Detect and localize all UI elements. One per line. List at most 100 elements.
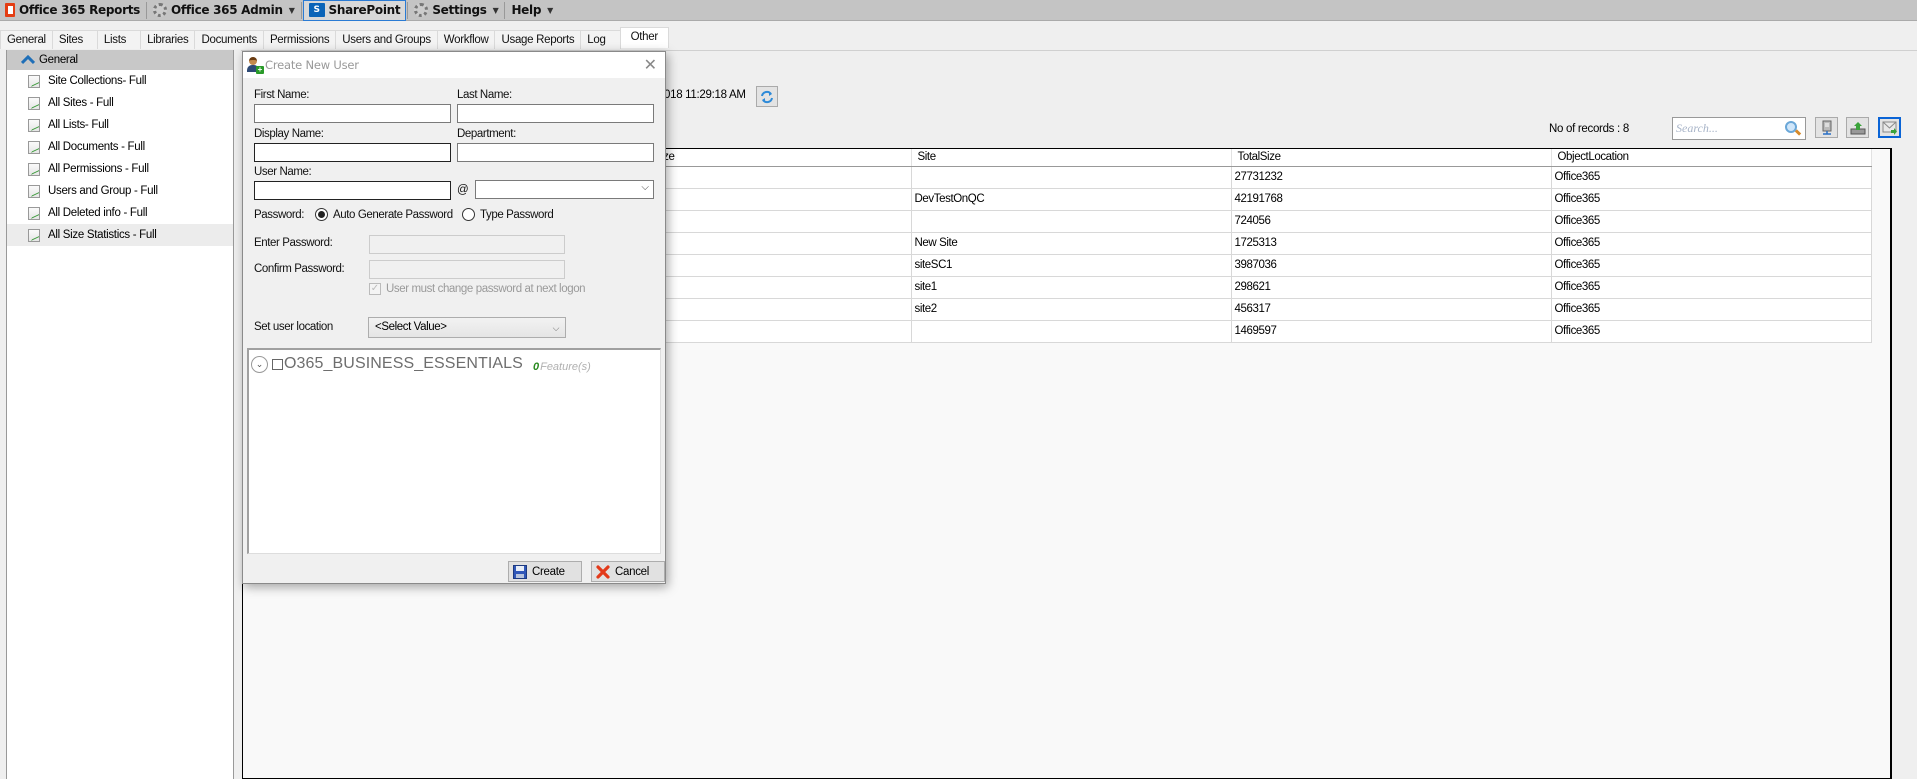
domain-dropdown[interactable]: ⌵ bbox=[475, 180, 654, 199]
tab-usage-reports[interactable]: Usage Reports bbox=[494, 30, 582, 49]
expand-icon[interactable]: ⌄ bbox=[251, 355, 268, 373]
menu-separator bbox=[146, 1, 148, 19]
cancel-button[interactable]: Cancel bbox=[591, 561, 665, 582]
nav-item-users-and-group[interactable]: Users and Group - Full bbox=[7, 180, 233, 202]
top-menu-bar: Office 365 Reports Office 365 Admin ▼ S … bbox=[0, 0, 1917, 21]
search-input[interactable] bbox=[1673, 118, 1773, 139]
tab-sites[interactable]: Sites bbox=[51, 30, 98, 49]
email-report-button[interactable] bbox=[1878, 117, 1901, 138]
tab-lists[interactable]: Lists bbox=[96, 30, 142, 49]
close-icon[interactable]: ✕ bbox=[644, 57, 657, 73]
must-change-password-checkbox[interactable]: ✓ bbox=[369, 283, 381, 295]
nav-item-all-permissions[interactable]: All Permissions - Full bbox=[7, 158, 233, 180]
search-icon[interactable] bbox=[1785, 121, 1797, 133]
cell-site: siteSC1 bbox=[911, 254, 1232, 277]
cell-object-location: Office365 bbox=[1551, 232, 1872, 255]
office-icon bbox=[5, 3, 15, 17]
nav-item-site-collections[interactable]: Site Collections- Full bbox=[7, 70, 233, 92]
tab-users-and-groups[interactable]: Users and Groups bbox=[335, 30, 438, 49]
user-location-label: Set user location bbox=[254, 321, 333, 333]
nav-item-all-documents[interactable]: All Documents - Full bbox=[7, 136, 233, 158]
refresh-icon bbox=[761, 90, 773, 103]
nav-item-all-lists[interactable]: All Lists- Full bbox=[7, 114, 233, 136]
nav-item-label: All Permissions - Full bbox=[48, 163, 149, 175]
report-timestamp: 018 11:29:18 AM bbox=[664, 89, 746, 101]
report-icon bbox=[28, 118, 40, 132]
display-name-label: Display Name: bbox=[254, 128, 324, 140]
report-icon bbox=[28, 206, 40, 220]
add-user-icon: + bbox=[247, 57, 264, 74]
type-password-label[interactable]: Type Password bbox=[480, 209, 554, 221]
user-name-field[interactable] bbox=[254, 181, 451, 200]
license-row: ⌄ O365_BUSINESS_ESSENTIALS 0 Feature(s) bbox=[251, 355, 591, 373]
first-name-label: First Name: bbox=[254, 89, 310, 101]
nav-item-all-size-statistics[interactable]: All Size Statistics - Full bbox=[7, 224, 233, 246]
report-icon bbox=[28, 96, 40, 110]
menu-office365-admin[interactable]: Office 365 Admin ▼ bbox=[148, 0, 300, 21]
first-name-field[interactable] bbox=[254, 104, 451, 123]
menu-settings[interactable]: Settings ▼ bbox=[409, 0, 503, 21]
tab-general[interactable]: General bbox=[0, 30, 53, 49]
must-change-password-label: User must change password at next logon bbox=[386, 283, 586, 295]
enter-password-field[interactable] bbox=[369, 235, 565, 254]
auto-generate-password-radio[interactable] bbox=[315, 208, 328, 221]
chevron-down-icon: ▼ bbox=[547, 5, 553, 15]
export-pc-button[interactable] bbox=[1815, 117, 1838, 138]
gear-icon bbox=[153, 3, 168, 17]
at-sign-label: @ bbox=[457, 184, 469, 196]
last-name-field[interactable] bbox=[457, 104, 654, 123]
menu-separator bbox=[504, 1, 506, 19]
cell-object-location: Office365 bbox=[1551, 320, 1872, 343]
column-header-object-location[interactable]: ObjectLocation bbox=[1551, 149, 1872, 167]
gear-icon bbox=[414, 3, 429, 17]
menu-label: Office 365 Admin bbox=[171, 3, 283, 17]
type-password-radio[interactable] bbox=[462, 208, 475, 221]
cell-site bbox=[911, 320, 1232, 343]
tab-permissions[interactable]: Permissions bbox=[262, 30, 337, 49]
tab-workflow[interactable]: Workflow bbox=[436, 30, 496, 49]
tab-log[interactable]: Log bbox=[580, 30, 621, 49]
report-icon bbox=[28, 228, 40, 242]
cell-site: site2 bbox=[911, 298, 1232, 321]
user-location-dropdown[interactable]: <Select Value> ⌵ bbox=[368, 317, 566, 338]
create-button[interactable]: Create bbox=[508, 561, 582, 582]
refresh-button[interactable] bbox=[756, 86, 778, 107]
tab-libraries[interactable]: Libraries bbox=[140, 30, 196, 49]
menu-office365-reports[interactable]: Office 365 Reports bbox=[0, 0, 145, 21]
menu-label: Office 365 Reports bbox=[19, 3, 141, 17]
menu-label: Help bbox=[511, 3, 542, 17]
save-icon bbox=[513, 564, 527, 579]
column-header-site[interactable]: Site bbox=[911, 149, 1232, 167]
department-field[interactable] bbox=[457, 143, 654, 162]
nav-item-label: All Lists- Full bbox=[48, 119, 109, 131]
nav-group-general[interactable]: General bbox=[7, 50, 233, 70]
confirm-password-field[interactable] bbox=[369, 260, 565, 279]
enter-password-label: Enter Password: bbox=[254, 237, 333, 249]
nav-item-label: Site Collections- Full bbox=[48, 75, 147, 87]
cancel-x-icon bbox=[596, 564, 610, 579]
upload-button[interactable] bbox=[1846, 117, 1869, 138]
tab-other[interactable]: Other bbox=[619, 27, 669, 48]
nav-item-all-sites[interactable]: All Sites - Full bbox=[7, 92, 233, 114]
auto-generate-password-label[interactable]: Auto Generate Password bbox=[333, 209, 453, 221]
display-name-field[interactable] bbox=[254, 143, 451, 162]
chevron-down-icon: ▼ bbox=[288, 5, 295, 15]
menu-help[interactable]: Help ▼ bbox=[506, 0, 558, 21]
nav-item-label: All Size Statistics - Full bbox=[48, 229, 157, 241]
nav-item-all-deleted-info[interactable]: All Deleted info - Full bbox=[7, 202, 233, 224]
cell-total-size: 27731232 bbox=[1231, 166, 1552, 189]
computer-export-icon bbox=[1822, 120, 1831, 135]
menu-sharepoint[interactable]: S SharePoint bbox=[302, 0, 407, 21]
column-header-total-size[interactable]: TotalSize bbox=[1231, 149, 1552, 167]
confirm-password-label: Confirm Password: bbox=[254, 263, 345, 275]
cell-object-location: Office365 bbox=[1551, 210, 1872, 233]
nav-item-label: Users and Group - Full bbox=[48, 185, 158, 197]
tab-documents[interactable]: Documents bbox=[194, 30, 264, 49]
report-tabs: General Sites Lists Libraries Documents … bbox=[0, 27, 669, 49]
report-icon bbox=[28, 162, 40, 176]
license-checkbox[interactable] bbox=[272, 358, 283, 370]
email-icon bbox=[1882, 121, 1897, 135]
department-label: Department: bbox=[457, 128, 516, 140]
cell-object-location: Office365 bbox=[1551, 188, 1872, 211]
cell-total-size: 724056 bbox=[1231, 210, 1552, 233]
